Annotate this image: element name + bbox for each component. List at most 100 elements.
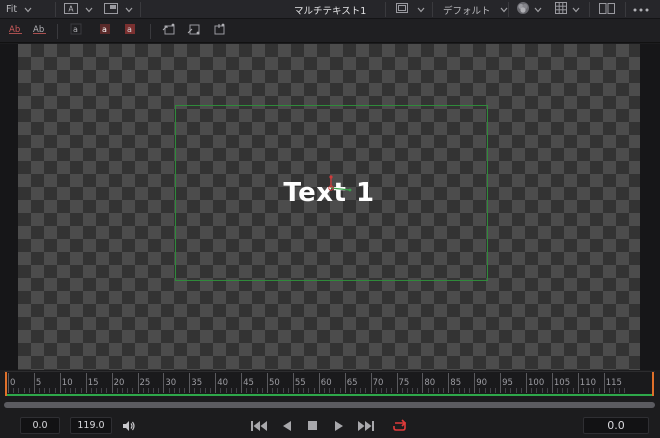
grid-dropdown[interactable] (555, 0, 581, 19)
ruler-minor-tick (272, 388, 274, 393)
ruler-minor-tick (619, 388, 621, 393)
zoom-label: Fit (6, 4, 18, 15)
ruler-minor-tick (432, 388, 434, 393)
overlay-dropdown[interactable] (396, 0, 426, 19)
ruler-tick (137, 373, 139, 393)
ruler-minor-tick (64, 388, 66, 393)
play-reverse-button[interactable] (281, 417, 293, 434)
ruler-minor-tick (178, 388, 180, 393)
ruler-tick (189, 373, 191, 393)
view-mode-dropdown[interactable] (104, 0, 134, 19)
ruler-label: 110 (579, 378, 597, 388)
ruler-minor-tick (18, 388, 20, 393)
ruler-minor-tick (463, 388, 465, 393)
transform-tool-1-button[interactable] (160, 22, 178, 39)
go-to-start-button[interactable] (250, 417, 268, 434)
ruler-minor-tick (225, 388, 227, 393)
ruler-minor-tick (484, 388, 486, 393)
ruler-minor-tick (101, 388, 103, 393)
ruler-minor-tick (401, 388, 403, 393)
zoom-dropdown[interactable]: Fit (6, 0, 33, 19)
lut-dropdown[interactable]: デフォルト (443, 0, 509, 19)
split-view-button[interactable] (599, 0, 615, 19)
render-end-field[interactable]: 119.0 (70, 417, 112, 434)
ruler-minor-tick (261, 388, 263, 393)
render-end-marker[interactable] (652, 372, 654, 396)
ruler-minor-tick (546, 388, 548, 393)
render-start-marker[interactable] (5, 372, 7, 396)
ruler-minor-tick (505, 388, 507, 393)
ruler-minor-tick (210, 388, 212, 393)
text-highlight-button[interactable]: a (96, 22, 114, 39)
time-ruler[interactable]: 0 5 10 15 20 25 30 35 40 45 50 55 60 65 70 75 80 85 90 95 10… (4, 371, 655, 396)
ruler-label: 20 (113, 378, 125, 388)
ruler-minor-tick (380, 388, 382, 393)
ruler-tick (474, 373, 476, 393)
ruler-label: 5 (35, 378, 42, 388)
timeline-scrollbar[interactable] (4, 402, 655, 408)
ruler-label: 65 (346, 378, 358, 388)
ruler-tick (370, 373, 372, 393)
chevron-down-icon (416, 0, 426, 19)
audio-button[interactable] (121, 417, 137, 434)
ruler-tick (292, 373, 294, 393)
ruler-minor-tick (469, 388, 471, 393)
ruler-minor-tick (520, 388, 522, 393)
ruler-minor-tick (194, 388, 196, 393)
ruler-tick (603, 373, 605, 393)
stop-button[interactable] (306, 417, 318, 434)
ruler-minor-tick (510, 388, 512, 393)
ruler-minor-tick (489, 388, 491, 393)
ruler-tick (422, 373, 424, 393)
text-pivot-handle[interactable] (322, 175, 352, 199)
play-forward-button[interactable] (333, 417, 345, 434)
image-icon: A (64, 2, 78, 17)
ruler-tick (241, 373, 243, 393)
ruler-minor-tick (142, 388, 144, 393)
ruler-tick (551, 373, 553, 393)
ruler-minor-tick (515, 388, 517, 393)
ruler-minor-tick (127, 388, 129, 393)
ruler-minor-tick (453, 388, 455, 393)
render-range-bar (7, 394, 652, 396)
more-options-button[interactable] (633, 0, 649, 19)
ruler-tick (526, 373, 527, 393)
ruler-label: 90 (476, 378, 488, 388)
ruler-minor-tick (287, 388, 289, 393)
ruler-minor-tick (39, 388, 41, 393)
ruler-minor-tick (246, 388, 248, 393)
ruler-minor-tick (96, 388, 98, 393)
text-a-highlight-icon: a (97, 21, 113, 40)
ruler-label: 95 (502, 378, 513, 388)
text-style-button[interactable]: Ab (7, 22, 25, 39)
go-to-end-button[interactable] (357, 417, 375, 434)
ruler-label: 0 (10, 378, 16, 388)
ruler-minor-tick (303, 388, 305, 393)
ruler-minor-tick (230, 388, 232, 393)
loop-icon (392, 418, 408, 433)
transform-tool-3-button[interactable] (210, 22, 228, 39)
viewer-canvas[interactable]: Text 1 (18, 44, 640, 370)
color-channels-icon (516, 1, 530, 18)
ruler-minor-tick (479, 388, 481, 393)
ruler-label: 15 (87, 378, 99, 388)
channel-dropdown[interactable]: A (64, 0, 94, 19)
transform-tool-2-button[interactable] (185, 22, 203, 39)
ruler-label: 60 (320, 378, 332, 388)
loop-button[interactable] (391, 417, 409, 434)
transform-box-icon (211, 21, 227, 40)
text-style-alt-button[interactable]: Ab (31, 22, 49, 39)
overlay-icon (396, 3, 408, 16)
ruler-minor-tick (588, 388, 590, 393)
current-time-field[interactable]: 0.0 (583, 417, 649, 434)
ruler-minor-tick (349, 388, 351, 393)
render-start-field[interactable]: 0.0 (20, 417, 60, 434)
ruler-label: 115 (605, 378, 622, 388)
text-normal-button[interactable]: a (67, 22, 85, 39)
text-background-button[interactable]: a (121, 22, 139, 39)
chevron-down-icon (124, 0, 134, 19)
ruler-minor-tick (90, 388, 92, 393)
ruler-minor-tick (277, 388, 279, 393)
ruler-tick (448, 373, 450, 393)
color-dropdown[interactable] (516, 0, 543, 19)
